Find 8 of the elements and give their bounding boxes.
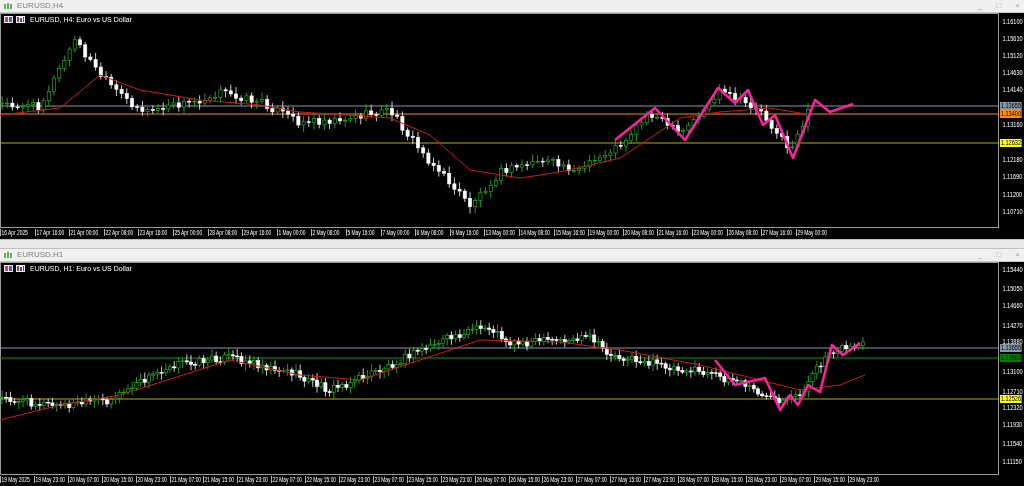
close-button[interactable]: ×: [1015, 251, 1020, 259]
maximize-button[interactable]: □: [996, 251, 1002, 259]
window-title: EURUSD,H1: [17, 251, 64, 259]
minimize-button[interactable]: _: [978, 251, 983, 259]
minimize-button[interactable]: _: [978, 2, 983, 10]
close-button[interactable]: ×: [1015, 2, 1020, 10]
maximize-button[interactable]: □: [996, 2, 1002, 10]
window-title: EURUSD,H4: [17, 2, 64, 10]
